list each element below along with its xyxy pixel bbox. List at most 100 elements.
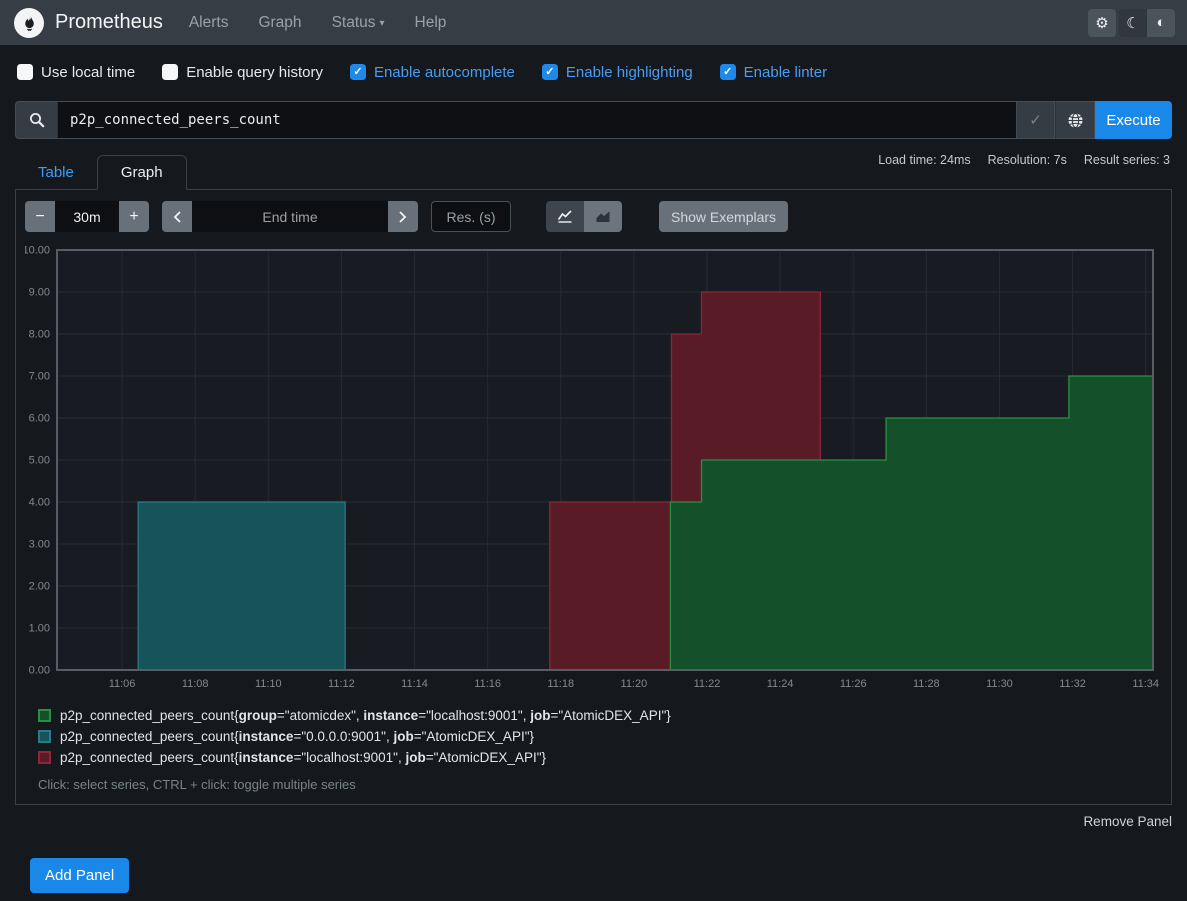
settings-button[interactable]: ⚙	[1088, 9, 1116, 37]
checkbox-checked-icon[interactable]: ✓	[720, 64, 736, 80]
legend-swatch	[38, 730, 51, 743]
validate-button[interactable]: ✓	[1017, 101, 1055, 139]
checkbox-unchecked-icon[interactable]: ✓	[162, 64, 178, 80]
svg-text:11:26: 11:26	[840, 678, 867, 690]
remove-panel-link[interactable]: Remove Panel	[1083, 814, 1172, 829]
brand-title: Prometheus	[55, 11, 163, 34]
legend-label: p2p_connected_peers_count{instance="loca…	[60, 750, 546, 765]
navbar: Prometheus Alerts Graph Status▾ Help ⚙ ☾…	[0, 0, 1187, 45]
auto-theme-button[interactable]: ◐	[1147, 9, 1175, 37]
dark-theme-button[interactable]: ☾	[1119, 9, 1147, 37]
chevron-left-icon	[172, 210, 182, 224]
svg-text:11:20: 11:20	[621, 678, 648, 690]
svg-text:10.00: 10.00	[25, 245, 50, 257]
brand[interactable]: Prometheus	[14, 8, 163, 38]
svg-text:8.00: 8.00	[29, 329, 50, 341]
graph-controls: − + Show E	[25, 201, 1162, 232]
nav-link-alerts[interactable]: Alerts	[189, 14, 229, 32]
svg-text:9.00: 9.00	[29, 287, 50, 299]
option-enable-highlighting[interactable]: ✓ Enable highlighting	[542, 64, 693, 81]
checkbox-unchecked-icon[interactable]: ✓	[17, 64, 33, 80]
end-time-back-button[interactable]	[162, 201, 192, 232]
option-enable-query-history[interactable]: ✓ Enable query history	[162, 64, 323, 81]
svg-text:3.00: 3.00	[29, 539, 50, 551]
globe-icon	[1067, 112, 1084, 129]
graph-panel: − + Show E	[15, 189, 1172, 805]
svg-text:11:08: 11:08	[182, 678, 209, 690]
legend-item[interactable]: p2p_connected_peers_count{instance="0.0.…	[38, 729, 1162, 744]
svg-text:1.00: 1.00	[29, 623, 50, 635]
moon-icon: ☾	[1126, 14, 1139, 32]
svg-text:11:14: 11:14	[401, 678, 428, 690]
query-input[interactable]	[57, 101, 1017, 139]
chevron-down-icon: ▾	[380, 18, 385, 29]
svg-text:11:18: 11:18	[547, 678, 574, 690]
svg-text:11:28: 11:28	[913, 678, 940, 690]
svg-text:11:16: 11:16	[474, 678, 501, 690]
legend-swatch	[38, 709, 51, 722]
duration-decrease-button[interactable]: −	[25, 201, 55, 232]
options-row: ✓Use local time✓Enable query history✓Ena…	[17, 59, 1172, 85]
option-use-local-time[interactable]: ✓Use local time	[17, 64, 135, 81]
query-bar: ✓ Execute	[15, 101, 1172, 139]
end-time-input[interactable]	[192, 201, 388, 232]
svg-text:11:30: 11:30	[986, 678, 1013, 690]
nav-link-status[interactable]: Status▾	[332, 14, 385, 32]
duration-group: − +	[25, 201, 149, 232]
legend-label: p2p_connected_peers_count{group="atomicd…	[60, 708, 671, 723]
legend-item[interactable]: p2p_connected_peers_count{group="atomicd…	[38, 708, 1162, 723]
legend-item[interactable]: p2p_connected_peers_count{instance="loca…	[38, 750, 1162, 765]
show-exemplars-button[interactable]: Show Exemplars	[659, 201, 788, 232]
chart-type-toggle	[546, 201, 622, 232]
nav-link-graph[interactable]: Graph	[258, 14, 301, 32]
checkbox-checked-icon[interactable]: ✓	[542, 64, 558, 80]
stat-load-time: Load time: 24ms	[878, 153, 970, 167]
legend-swatch	[38, 751, 51, 764]
svg-text:11:32: 11:32	[1059, 678, 1086, 690]
add-panel-button[interactable]: Add Panel	[30, 858, 129, 893]
duration-increase-button[interactable]: +	[119, 201, 149, 232]
line-chart-toggle-button[interactable]	[546, 201, 584, 232]
remove-panel-row: Remove Panel	[15, 813, 1172, 831]
option-label: Enable linter	[744, 64, 827, 81]
svg-text:11:34: 11:34	[1132, 678, 1159, 690]
tab-graph[interactable]: Graph	[97, 155, 187, 190]
duration-input[interactable]	[55, 201, 119, 232]
end-time-forward-button[interactable]	[388, 201, 418, 232]
graph-canvas[interactable]: 0.001.002.003.004.005.006.007.008.009.00…	[25, 242, 1160, 694]
stacked-chart-toggle-button[interactable]	[584, 201, 622, 232]
legend-label: p2p_connected_peers_count{instance="0.0.…	[60, 729, 534, 744]
tabs-row: Table Graph Load time: 24ms Resolution: …	[15, 153, 1172, 189]
search-addon	[15, 101, 57, 139]
prometheus-logo-icon	[14, 8, 44, 38]
resolution-input[interactable]	[431, 201, 511, 232]
option-label: Enable highlighting	[566, 64, 693, 81]
query-stats: Load time: 24ms Resolution: 7s Result se…	[878, 153, 1170, 167]
option-label: Enable autocomplete	[374, 64, 515, 81]
nav-link-help[interactable]: Help	[415, 14, 447, 32]
option-label: Enable query history	[186, 64, 323, 81]
gear-icon: ⚙	[1095, 14, 1108, 32]
end-time-group	[162, 201, 418, 232]
execute-button[interactable]: Execute	[1095, 101, 1172, 139]
search-icon	[29, 112, 45, 128]
chart-area: 0.001.002.003.004.005.006.007.008.009.00…	[25, 242, 1162, 694]
svg-text:11:12: 11:12	[328, 678, 355, 690]
option-enable-linter[interactable]: ✓ Enable linter	[720, 64, 827, 81]
svg-text:11:10: 11:10	[255, 678, 282, 690]
svg-text:2.00: 2.00	[29, 581, 50, 593]
stat-result-series: Result series: 3	[1084, 153, 1170, 167]
contrast-icon: ◐	[1156, 14, 1165, 31]
checkbox-checked-icon[interactable]: ✓	[350, 64, 366, 80]
option-enable-autocomplete[interactable]: ✓ Enable autocomplete	[350, 64, 515, 81]
svg-text:11:24: 11:24	[767, 678, 794, 690]
chevron-right-icon	[398, 210, 408, 224]
svg-text:6.00: 6.00	[29, 413, 50, 425]
svg-text:11:22: 11:22	[694, 678, 721, 690]
tab-table[interactable]: Table	[15, 156, 97, 189]
svg-text:0.00: 0.00	[29, 665, 50, 677]
svg-text:4.00: 4.00	[29, 497, 50, 509]
metrics-explorer-button[interactable]	[1055, 101, 1095, 139]
line-chart-icon	[557, 209, 573, 224]
svg-text:5.00: 5.00	[29, 455, 50, 467]
